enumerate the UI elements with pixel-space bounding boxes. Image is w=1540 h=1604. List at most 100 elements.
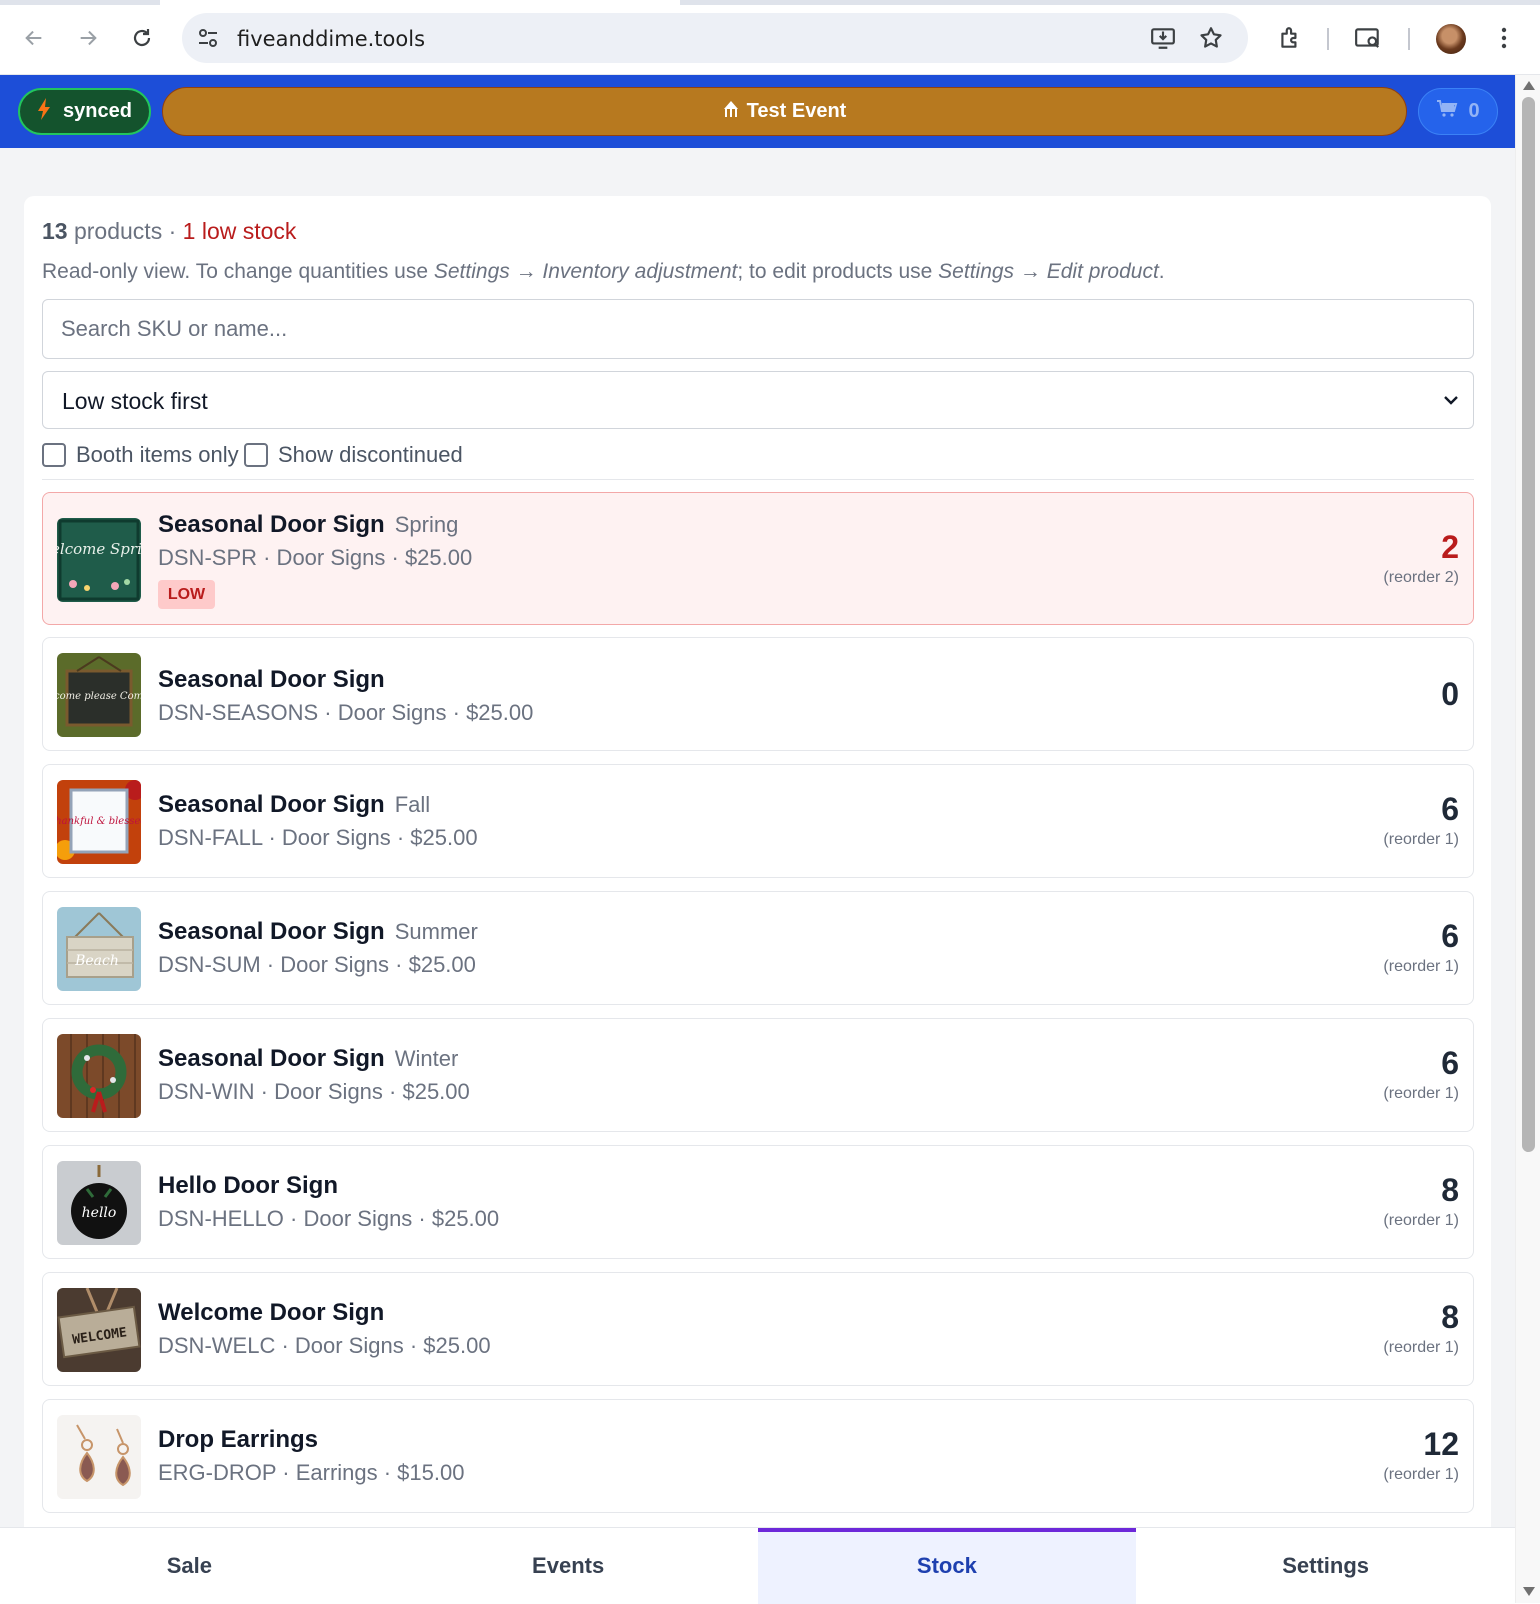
product-meta: DSN-WELC · Door Signs · $25.00 (158, 1333, 491, 1358)
booth-items-label: Booth items only (76, 442, 239, 467)
reorder-level: (reorder 1) (1383, 1466, 1459, 1483)
thumb-text: thankful & blessed (57, 816, 141, 827)
summary-separator: · (168, 218, 177, 244)
browser-toolbar: fiveanddime.tools (0, 0, 1540, 75)
address-bar[interactable]: fiveanddime.tools (182, 13, 1248, 63)
products-label: products (73, 218, 163, 244)
tab-events[interactable]: Events (379, 1528, 758, 1604)
cart-button[interactable]: 0 (1418, 88, 1498, 135)
tab-sale[interactable]: Sale (0, 1528, 379, 1604)
product-title: Welcome Door Sign (158, 1299, 384, 1327)
product-row-dsn-spr[interactable]: Welcome Spring Seasonal Door SignSpring … (42, 492, 1474, 625)
discontinued-checkbox[interactable] (244, 443, 268, 467)
product-count: 13 (42, 218, 68, 244)
stock-quantity: 8 (1441, 1299, 1459, 1335)
note-text: Read-only view. To change quantities use (42, 260, 434, 283)
product-variant: Fall (394, 792, 431, 817)
stock-page: 13 products · 1 low stock Read-only view… (0, 148, 1515, 1528)
scroll-up-arrow[interactable] (1523, 81, 1535, 90)
app-header: synced Test Event 0 (0, 75, 1515, 148)
product-row-dsn-hello[interactable]: hello Hello Door Sign DSN-HELLO · Door S… (42, 1145, 1474, 1259)
reorder-level: (reorder 1) (1383, 958, 1459, 975)
product-name: Hello Door Sign (158, 1172, 338, 1199)
cart-count: 0 (1468, 100, 1480, 122)
product-row-dsn-win[interactable]: Seasonal Door Sign Winter DSN-WIN · Door … (42, 1018, 1474, 1132)
product-thumbnail: hello (57, 1161, 141, 1245)
product-title: Seasonal Door Sign Summer (158, 918, 478, 946)
stock-quantity: 6 (1441, 1045, 1459, 1081)
site-settings-icon[interactable] (196, 26, 220, 50)
product-variant: Winter (394, 1046, 459, 1071)
product-name: Seasonal Door Sign (158, 511, 385, 538)
bolt-icon (37, 97, 51, 126)
thumb-text: Welcome Spring (57, 540, 141, 558)
stock-quantity: 8 (1441, 1172, 1459, 1208)
product-title: Seasonal Door Sign Spring (158, 511, 458, 539)
toolbar-divider (1408, 28, 1410, 50)
product-name: Welcome Door Sign (158, 1299, 385, 1326)
reorder-level: (reorder 2) (1383, 569, 1459, 586)
stock-card: 13 products · 1 low stock Read-only view… (24, 196, 1491, 1528)
reload-icon[interactable] (126, 22, 158, 54)
stock-summary: 13 products · 1 low stock (42, 218, 296, 245)
divider (42, 479, 1474, 480)
tab-settings[interactable]: Settings (1136, 1528, 1515, 1604)
tab-stock[interactable]: Stock (757, 1528, 1137, 1604)
product-name: Drop Earrings (158, 1426, 319, 1453)
event-label: Test Event (746, 100, 847, 122)
product-row-dsn-welc[interactable]: WELCOME Welcome Door Sign DSN-WELC · Doo… (42, 1272, 1474, 1386)
tab-strip (0, 0, 1540, 5)
profile-avatar[interactable] (1436, 24, 1466, 54)
product-title: Seasonal Door Sign Winter (158, 1045, 458, 1073)
product-thumbnail: Welcome please Come In (57, 653, 141, 737)
extensions-icon[interactable] (1274, 22, 1306, 54)
bookmark-star-icon[interactable] (1198, 25, 1224, 51)
product-variant: Summer (394, 919, 478, 944)
active-tab[interactable] (160, 0, 680, 5)
more-menu-icon[interactable] (1488, 22, 1520, 54)
sync-status-pill[interactable]: synced (18, 88, 151, 135)
product-title: Seasonal Door Sign (158, 666, 385, 694)
stock-quantity: 6 (1441, 918, 1459, 954)
product-thumbnail: Beach (57, 907, 141, 991)
url-text[interactable]: fiveanddime.tools (237, 27, 425, 51)
reorder-level: (reorder 1) (1383, 1212, 1459, 1229)
edit-product-path: Settings → Edit product (938, 260, 1159, 283)
note-text: ; to edit products use (737, 260, 939, 283)
scroll-down-arrow[interactable] (1523, 1587, 1535, 1596)
reorder-level: (reorder 1) (1383, 831, 1459, 848)
sort-select[interactable]: Low stock first (42, 371, 1474, 429)
product-thumbnail: thankful & blessed (57, 780, 141, 864)
stock-quantity: 2 (1441, 529, 1459, 565)
product-title: Hello Door Sign (158, 1172, 338, 1200)
search-input[interactable] (42, 299, 1474, 359)
forward-icon[interactable] (72, 22, 104, 54)
product-name: Seasonal Door Sign (158, 666, 385, 693)
reorder-level: (reorder 1) (1383, 1085, 1459, 1102)
chevron-down-icon (1441, 390, 1461, 410)
thumb-text: Welcome please Come In (57, 691, 141, 702)
bottom-nav: Sale Events Stock Settings (0, 1527, 1515, 1604)
product-row-dsn-seasons[interactable]: Welcome please Come In Seasonal Door Sig… (42, 637, 1474, 751)
booth-items-filter[interactable]: Booth items only (42, 442, 239, 468)
product-title: Seasonal Door Sign Fall (158, 791, 430, 819)
sort-value: Low stock first (62, 388, 208, 414)
booth-items-checkbox[interactable] (42, 443, 66, 467)
tab-search-icon[interactable] (1352, 22, 1384, 54)
back-icon[interactable] (18, 22, 50, 54)
read-only-note: Read-only view. To change quantities use… (42, 260, 1165, 284)
product-row-dsn-sum[interactable]: Beach Seasonal Door Sign Summer DSN-SUM ·… (42, 891, 1474, 1005)
scrollbar-thumb[interactable] (1522, 97, 1535, 1152)
install-app-icon[interactable] (1150, 25, 1176, 51)
event-selector-button[interactable]: Test Event (162, 87, 1407, 136)
low-stock-badge: LOW (158, 580, 215, 609)
inventory-adjustment-path: Settings → Inventory adjustment (433, 260, 738, 283)
product-thumbnail: WELCOME (57, 1288, 141, 1372)
product-row-erg-drop[interactable]: Drop Earrings ERG-DROP · Earrings · $15.… (42, 1399, 1474, 1513)
product-meta: DSN-FALL · Door Signs · $25.00 (158, 825, 478, 850)
page-scrollbar[interactable] (1515, 75, 1540, 1603)
thumb-text: Beach (74, 953, 119, 969)
product-row-dsn-fall[interactable]: thankful & blessed Seasonal Door Sign Fal… (42, 764, 1474, 878)
discontinued-filter[interactable]: Show discontinued (244, 442, 463, 468)
discontinued-label: Show discontinued (278, 442, 463, 467)
